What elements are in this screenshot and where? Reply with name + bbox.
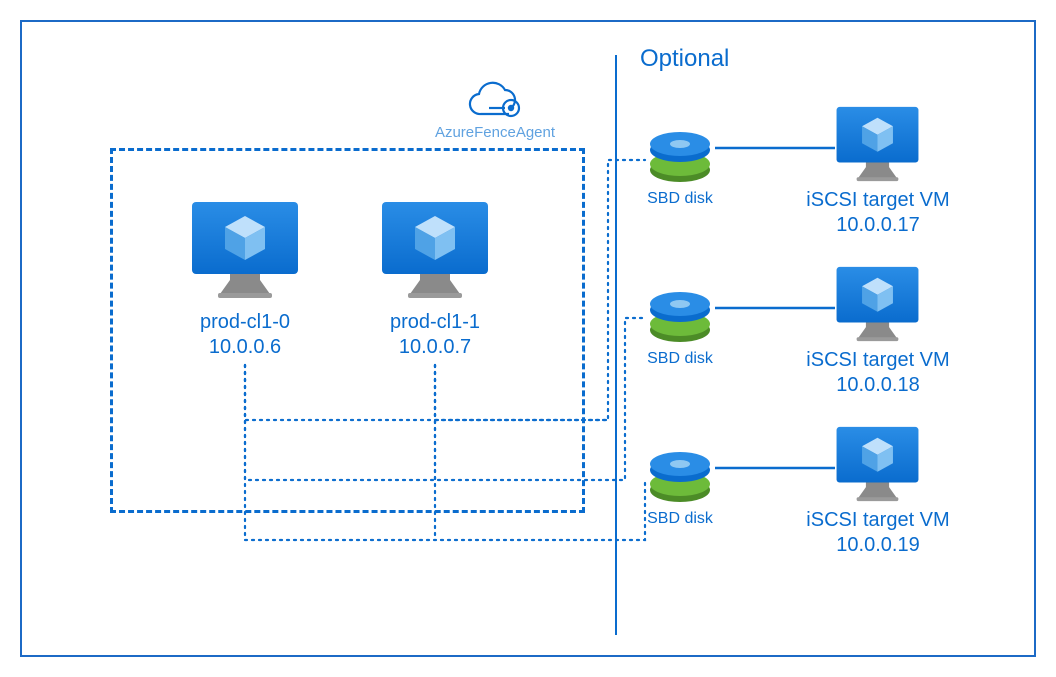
diagram-canvas: Optional AzureFenceAgent prod-cl1-0 10.0… bbox=[0, 0, 1056, 677]
dotted-connectors: .dot { stroke:#0A6CCE; stroke-width:2.2;… bbox=[0, 0, 1056, 677]
